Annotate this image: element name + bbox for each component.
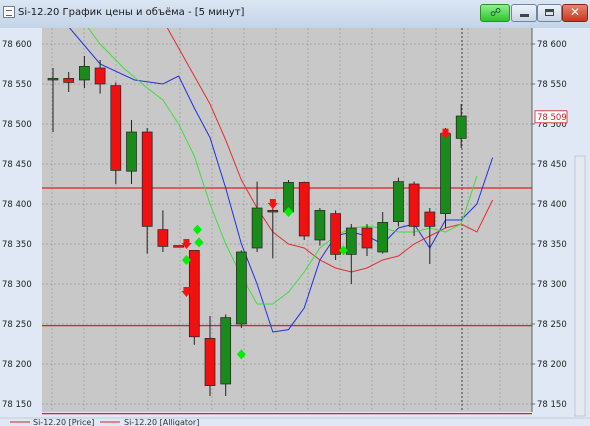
candle-body (63, 78, 75, 83)
y-tick-label-right: 78 400 (537, 200, 567, 210)
candle (236, 250, 247, 328)
candle-body (47, 78, 59, 81)
y-tick-label-right: 78 350 (537, 240, 567, 250)
candle-body (298, 182, 310, 237)
candle-body (455, 115, 467, 139)
y-tick-label-right: 78 550 (537, 80, 567, 90)
vertical-scrollbar[interactable] (574, 155, 586, 417)
y-tick-label-left: 78 250 (2, 320, 32, 330)
candle-body (408, 183, 420, 227)
y-tick-label-left: 78 550 (2, 80, 32, 90)
candle (188, 250, 200, 345)
candle-body (440, 133, 451, 214)
chart-window: Si-12.20 График цены и объёма - [5 минут… (0, 0, 590, 426)
candle-body (236, 251, 247, 325)
y-tick-label-right: 78 250 (537, 320, 567, 330)
candle-body (173, 245, 184, 248)
y-tick-label-left: 78 350 (2, 240, 32, 250)
close-icon: ✕ (570, 5, 581, 19)
candle (110, 82, 122, 184)
candle-body (377, 222, 389, 253)
candle-body (94, 67, 106, 85)
candle-body (314, 210, 326, 241)
y-tick-label-left: 78 200 (2, 360, 32, 370)
candle-body (220, 317, 232, 385)
candle-body (424, 211, 436, 227)
minimize-button[interactable] (511, 4, 537, 22)
candle-body (204, 338, 216, 386)
candle-body (330, 213, 341, 255)
y-tick-label-left: 78 150 (2, 400, 32, 410)
minimize-icon (520, 14, 529, 17)
legend-price: Si-12.20 [Price] (33, 418, 94, 426)
y-tick-label-left: 78 450 (2, 160, 32, 170)
candle (298, 181, 310, 240)
candle-body (126, 131, 137, 172)
y-tick-label-left: 78 600 (2, 40, 32, 50)
link-button[interactable]: ☍ (480, 4, 510, 22)
candle-body (110, 85, 122, 171)
y-tick-label-right: 78 200 (537, 360, 567, 370)
candle (220, 314, 232, 396)
link-icon: ☍ (490, 6, 502, 19)
window-icon (3, 6, 15, 18)
y-tick-label-right: 78 600 (537, 40, 567, 50)
y-tick-label-left: 78 400 (2, 200, 32, 210)
title-bar[interactable]: Si-12.20 График цены и объёма - [5 минут… (0, 0, 590, 29)
legend-alligator: Si-12.20 [Alligator] (124, 418, 199, 426)
candle (440, 128, 451, 228)
candle-body (393, 181, 404, 222)
y-tick-label-left: 78 500 (2, 120, 32, 130)
candle-body (188, 250, 200, 338)
y-tick-label-right: 78 450 (537, 160, 567, 170)
maximize-icon (545, 9, 554, 16)
y-tick-label-right: 78 150 (537, 400, 567, 410)
maximize-button[interactable] (537, 4, 562, 22)
window-title: Si-12.20 График цены и объёма - [5 минут… (18, 7, 245, 18)
price-chart[interactable]: 78 600 78 550 78 500 78 450 78 400 78 350 78 3… (0, 28, 590, 426)
candle-body (267, 210, 279, 213)
candle-body (361, 227, 373, 249)
current-price-label: 78 509 (534, 110, 568, 124)
candle-body (79, 66, 90, 81)
y-tick-label-right: 78 300 (537, 280, 567, 290)
candle (393, 177, 404, 227)
current-price-text: 78 509 (537, 113, 567, 123)
candle-body (141, 131, 153, 227)
candle (330, 210, 341, 260)
candle-body (157, 229, 169, 247)
close-button[interactable]: ✕ (562, 4, 588, 22)
y-tick-label-left: 78 300 (2, 280, 32, 290)
candle (314, 208, 326, 246)
candle-body (251, 207, 263, 249)
candle (173, 245, 184, 248)
